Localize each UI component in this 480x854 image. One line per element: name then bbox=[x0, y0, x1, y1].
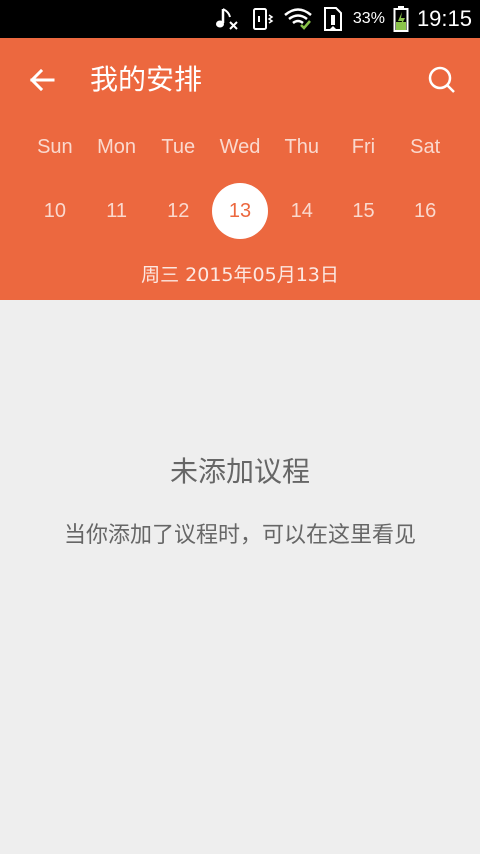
arrow-left-icon bbox=[29, 68, 55, 92]
day-number: 10 bbox=[43, 199, 66, 222]
vibrate-icon bbox=[252, 8, 274, 30]
battery-percent: 33% bbox=[352, 10, 385, 27]
day-cell[interactable]: 12 bbox=[147, 183, 209, 239]
toolbar: 我的安排 bbox=[0, 38, 480, 122]
weekday-label: Tue bbox=[161, 136, 196, 158]
music-mute-icon bbox=[215, 8, 238, 30]
day-cell[interactable]: 15 bbox=[333, 183, 395, 239]
day-cell[interactable]: 11 bbox=[86, 183, 148, 239]
day-number: 11 bbox=[106, 199, 127, 222]
day-cell[interactable]: 16 bbox=[394, 183, 456, 239]
search-icon bbox=[428, 66, 455, 93]
page-title: 我的安排 bbox=[90, 63, 203, 96]
day-number: 14 bbox=[290, 199, 313, 222]
weekday-label: Wed bbox=[219, 136, 261, 158]
weekday-label: Fri bbox=[351, 136, 376, 158]
empty-state-title: 未添加议程 bbox=[169, 455, 310, 488]
weekday-label: Sun bbox=[37, 136, 73, 158]
day-cell[interactable]: 10 bbox=[24, 183, 86, 239]
weekday-row: Sun Mon Tue Wed Thu Fri Sat bbox=[0, 136, 480, 164]
weekday-label: Sat bbox=[410, 136, 441, 158]
day-number: 12 bbox=[167, 199, 190, 222]
status-bar: 33% 19:15 bbox=[0, 0, 480, 38]
sim-icon bbox=[323, 7, 342, 31]
calendar-header: 我的安排 Sun Mon Tue Wed Thu Fri Sat 10 11 1… bbox=[0, 38, 480, 300]
selected-day-number: 13 bbox=[212, 183, 269, 239]
empty-state-subtitle: 当你添加了议程时，可以在这里看见 bbox=[63, 523, 416, 548]
selected-date-label: 周三 2015年05月13日 bbox=[141, 264, 339, 286]
day-number: 15 bbox=[352, 199, 375, 222]
battery-charging-icon bbox=[393, 6, 409, 32]
weekday-label: Mon bbox=[97, 136, 137, 158]
day-number: 16 bbox=[414, 199, 437, 222]
search-button[interactable] bbox=[422, 60, 462, 100]
day-cell[interactable]: 14 bbox=[271, 183, 333, 239]
status-icons: 33% 19:15 bbox=[215, 0, 472, 38]
clock: 19:15 bbox=[416, 6, 472, 31]
wifi-icon bbox=[284, 8, 312, 30]
weekday-label: Thu bbox=[284, 136, 319, 158]
day-cell-selected[interactable]: 13 bbox=[209, 183, 271, 239]
day-row: 10 11 12 13 14 15 16 bbox=[0, 183, 480, 239]
back-button[interactable] bbox=[22, 60, 62, 100]
